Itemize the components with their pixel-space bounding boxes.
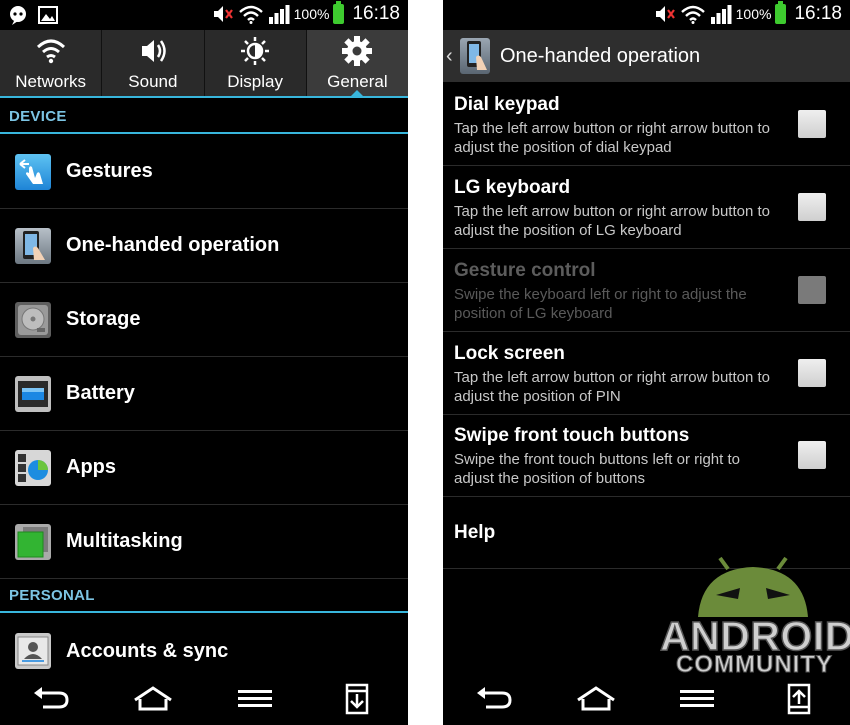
apps-icon	[15, 449, 51, 486]
option-title: Lock screen	[454, 343, 565, 364]
one-hand-icon	[15, 227, 51, 264]
wifi-status-icon	[680, 5, 705, 24]
settings-item-label: Multitasking	[66, 530, 183, 552]
section-title: PERSONAL	[9, 587, 95, 604]
settings-item-battery[interactable]: Battery	[0, 357, 408, 431]
tab-label: Sound	[128, 72, 178, 91]
multitasking-icon	[15, 523, 51, 560]
tab-label: General	[327, 72, 388, 91]
tab-networks[interactable]: Networks	[0, 30, 103, 96]
battery-percent: 100%	[293, 6, 330, 22]
speaker-icon	[141, 40, 166, 62]
settings-item-label: Accounts & sync	[66, 639, 229, 662]
storage-icon	[15, 301, 51, 338]
settings-item-label: Gestures	[66, 160, 153, 182]
general-settings-screen: 100% 16:18 Networks Sound Display Genera…	[0, 0, 408, 725]
one-hand-icon	[460, 38, 490, 74]
settings-item-storage[interactable]: Storage	[0, 283, 408, 357]
wifi-icon	[36, 39, 65, 64]
back-chevron-icon[interactable]: ‹	[446, 45, 458, 68]
settings-item-label: Apps	[66, 456, 116, 478]
status-bar: 100% 16:18	[0, 0, 408, 30]
option-title: LG keyboard	[454, 177, 571, 198]
option-title: Swipe front touch buttons	[454, 425, 690, 446]
accounts-icon	[15, 633, 51, 669]
settings-tabs: Networks Sound Display General	[0, 30, 408, 98]
settings-item-label: Battery	[66, 382, 135, 404]
tab-general[interactable]: General	[306, 30, 408, 97]
tab-sound[interactable]: Sound	[102, 30, 205, 96]
gear-icon	[342, 36, 373, 66]
settings-item-apps[interactable]: Apps	[0, 431, 408, 505]
swipe-front-touch-buttons-checkbox[interactable]	[798, 441, 826, 469]
back-icon[interactable]	[472, 683, 516, 715]
tab-label: Networks	[15, 72, 87, 91]
page-title: One-handed operation	[500, 44, 701, 67]
gestures-icon	[15, 153, 51, 190]
clock: 16:18	[794, 3, 842, 24]
clock: 16:18	[352, 3, 400, 24]
option-description: Tap the left arrow button or right arrow…	[454, 369, 771, 405]
share-icon[interactable]	[777, 683, 821, 715]
settings-item-multitasking[interactable]: Multitasking	[0, 505, 408, 579]
option-dial-keypad[interactable]: Dial keypad Tap the left arrow button or…	[443, 83, 850, 166]
chat-notification-icon	[10, 6, 26, 25]
option-title: Gesture control	[454, 260, 596, 281]
home-icon[interactable]	[131, 683, 175, 715]
option-title: Dial keypad	[454, 94, 560, 115]
tab-label: Display	[227, 72, 283, 91]
wifi-status-icon	[238, 5, 263, 24]
battery-icon	[775, 1, 787, 24]
lg-keyboard-checkbox[interactable]	[798, 193, 826, 221]
menu-icon[interactable]	[675, 683, 719, 715]
tab-display[interactable]: Display	[205, 30, 307, 96]
navigation-bar	[443, 673, 850, 725]
option-description: Swipe the keyboard left or right to adju…	[454, 286, 747, 322]
image-notification-icon	[38, 6, 58, 24]
brightness-icon	[241, 37, 270, 65]
notification-icon[interactable]	[335, 683, 379, 715]
option-lg-keyboard[interactable]: LG keyboard Tap the left arrow button or…	[443, 166, 850, 249]
lock-screen-checkbox[interactable]	[798, 359, 826, 387]
settings-item-label: Storage	[66, 308, 141, 330]
action-bar[interactable]: ‹ One-handed operation	[443, 30, 850, 82]
battery-icon	[333, 1, 345, 24]
battery-settings-icon	[15, 375, 51, 412]
menu-icon[interactable]	[233, 683, 277, 715]
option-lock-screen[interactable]: Lock screen Tap the left arrow button or…	[443, 332, 850, 415]
signal-icon	[268, 5, 290, 24]
dial-keypad-checkbox[interactable]	[798, 110, 826, 138]
back-icon[interactable]	[29, 683, 73, 715]
battery-percent: 100%	[735, 6, 772, 22]
navigation-bar	[0, 673, 408, 725]
section-header-device: DEVICE	[0, 98, 408, 134]
option-description: Tap the left arrow button or right arrow…	[454, 203, 771, 239]
gesture-control-checkbox	[798, 276, 826, 304]
section-title: DEVICE	[9, 108, 67, 125]
mute-icon	[655, 6, 675, 22]
one-handed-operation-screen: 100% 16:18 ‹ One-handed operation Dial k…	[443, 0, 850, 725]
help-label: Help	[454, 522, 496, 543]
option-gesture-control: Gesture control Swipe the keyboard left …	[443, 249, 850, 332]
settings-item-one-handed[interactable]: One-handed operation	[0, 209, 408, 283]
option-description: Tap the left arrow button or right arrow…	[454, 120, 771, 156]
home-icon[interactable]	[574, 683, 618, 715]
option-description: Swipe the front touch buttons left or ri…	[454, 451, 740, 487]
section-header-personal: PERSONAL	[0, 577, 408, 613]
settings-item-label: One-handed operation	[66, 234, 280, 256]
option-swipe-front-touch-buttons[interactable]: Swipe front touch buttons Swipe the fron…	[443, 414, 850, 497]
android-community-watermark: ANDROID COMMUNITY	[658, 555, 850, 680]
status-bar: 100% 16:18	[443, 0, 850, 30]
mute-icon	[213, 6, 233, 22]
settings-item-gestures[interactable]: Gestures	[0, 135, 408, 209]
signal-icon	[710, 5, 732, 24]
